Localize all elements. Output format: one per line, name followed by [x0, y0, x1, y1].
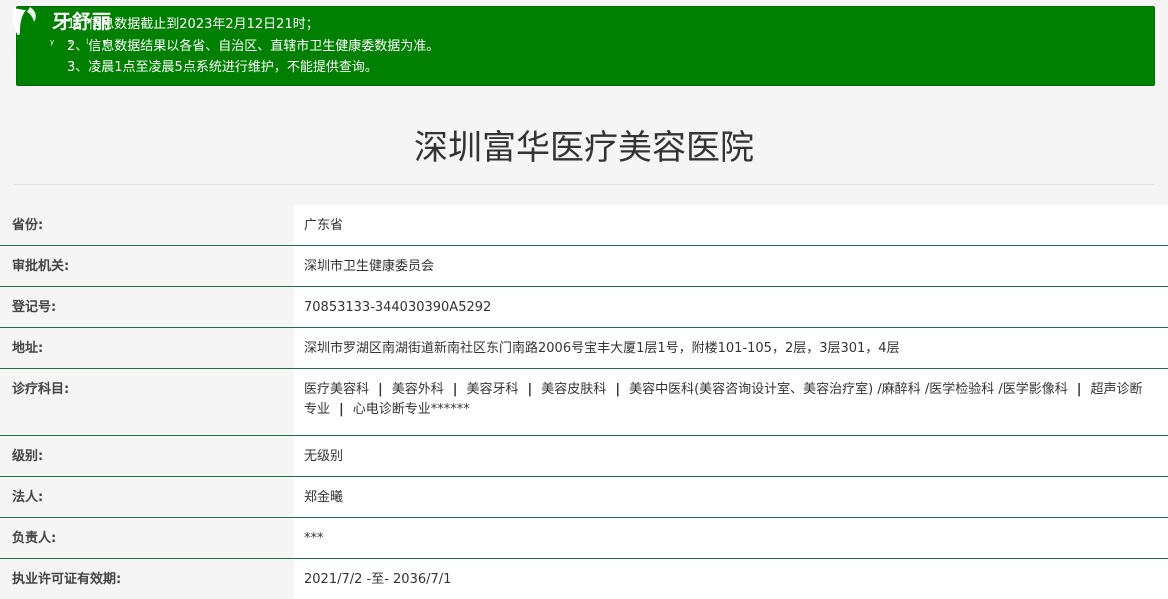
- row-license-validity: 执业许可证有效期: 2021/7/2 -至- 2036/7/1: [0, 559, 1168, 599]
- province-value: 广东省: [294, 205, 1168, 245]
- logo-subtext: y s l w: [50, 38, 115, 46]
- logo-text: 牙舒丽: [52, 11, 113, 33]
- row-legal-person: 法人: 郑金曦: [0, 477, 1168, 518]
- notice-banner: 1、信息数据截止到2023年2月12日21时； 2、信息数据结果以各省、自治区、…: [16, 6, 1155, 86]
- province-label: 省份:: [0, 205, 294, 245]
- departments-value: 医疗美容科 | 美容外科 | 美容牙科 | 美容皮肤科 | 美容中医科(美容咨询设计室、美容治疗…: [294, 369, 1168, 435]
- department-separator: |: [378, 382, 383, 397]
- notice-line-3: 3、凌晨1点至凌晨5点系统进行维护，不能提供查询。: [67, 60, 378, 75]
- address-value: 深圳市罗湖区南湖街道新南社区东门南路2006号宝丰大厦1层1号，附楼101-10…: [294, 328, 1168, 368]
- legal-person-value: 郑金曦: [294, 477, 1168, 517]
- departments-label: 诊疗科目:: [0, 369, 294, 435]
- department-separator: |: [339, 402, 344, 417]
- page-title: 深圳富华医疗美容医院: [414, 128, 754, 168]
- legal-person-label: 法人:: [0, 477, 294, 517]
- department-item: 美容中医科(美容咨询设计室、美容治疗室) /麻醉科 /医学检验科 /医学影像科: [629, 382, 1068, 397]
- title-divider: [14, 184, 1154, 185]
- department-item: 美容牙科: [466, 382, 519, 397]
- department-item: 心电诊断专业******: [352, 402, 470, 417]
- row-registration-number: 登记号: 70853133-344030390A5292: [0, 287, 1168, 328]
- department-separator: |: [1076, 382, 1082, 397]
- license-validity-value: 2021/7/2 -至- 2036/7/1: [294, 559, 1168, 599]
- department-item: 美容外科: [391, 382, 444, 397]
- registration-number-label: 登记号:: [0, 287, 294, 327]
- row-level: 级别: 无级别: [0, 436, 1168, 477]
- registration-number-value: 70853133-344030390A5292: [294, 287, 1168, 327]
- level-value: 无级别: [294, 436, 1168, 476]
- site-logo[interactable]: 牙舒丽 y s l w: [0, 0, 140, 48]
- department-item: 美容皮肤科: [541, 382, 607, 397]
- row-authority: 审批机关: 深圳市卫生健康委员会: [0, 246, 1168, 287]
- row-address: 地址: 深圳市罗湖区南湖街道新南社区东门南路2006号宝丰大厦1层1号，附楼10…: [0, 328, 1168, 369]
- row-person-in-charge: 负责人: ***: [0, 518, 1168, 559]
- hospital-info-table: 省份: 广东省 审批机关: 深圳市卫生健康委员会 登记号: 70853133-3…: [0, 205, 1168, 599]
- authority-label: 审批机关:: [0, 246, 294, 286]
- row-province: 省份: 广东省: [0, 205, 1168, 246]
- person-in-charge-label: 负责人:: [0, 518, 294, 558]
- person-in-charge-value: ***: [294, 518, 1168, 558]
- departments-list: 医疗美容科 | 美容外科 | 美容牙科 | 美容皮肤科 | 美容中医科(美容咨询设计室、美容治疗…: [304, 382, 1143, 417]
- address-label: 地址:: [0, 328, 294, 368]
- level-label: 级别:: [0, 436, 294, 476]
- license-validity-label: 执业许可证有效期:: [0, 559, 294, 599]
- tooth-logo-icon: [12, 7, 36, 36]
- department-separator: |: [615, 382, 621, 397]
- department-item: 医疗美容科: [304, 382, 370, 397]
- row-departments: 诊疗科目: 医疗美容科 | 美容外科 | 美容牙科 | 美容皮肤科 | 美容中医科(美容咨询设计…: [0, 369, 1168, 436]
- authority-value: 深圳市卫生健康委员会: [294, 246, 1168, 286]
- department-separator: |: [527, 382, 533, 397]
- department-separator: |: [452, 382, 458, 397]
